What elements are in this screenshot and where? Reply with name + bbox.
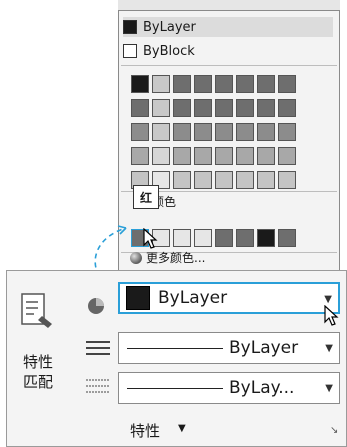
color-swatch[interactable] <box>152 99 170 117</box>
standard-color-swatch[interactable] <box>257 229 275 247</box>
more-colors-label: 更多颜色... <box>146 251 206 265</box>
color-swatch[interactable] <box>236 147 254 165</box>
mouse-cursor-icon <box>324 305 339 326</box>
color-swatch[interactable] <box>278 171 296 189</box>
panel-expand-icon[interactable]: ▼ <box>178 423 186 434</box>
option-bylayer-label: ByLayer <box>143 19 196 35</box>
color-swatch[interactable] <box>131 75 149 93</box>
color-swatch[interactable] <box>152 147 170 165</box>
color-ball-icon <box>88 298 104 314</box>
standard-color-swatch[interactable] <box>173 229 191 247</box>
color-swatch[interactable] <box>131 123 149 141</box>
color-swatch[interactable] <box>215 123 233 141</box>
color-tooltip: 红 <box>133 185 159 209</box>
color-swatch[interactable] <box>215 75 233 93</box>
color-swatch[interactable] <box>173 75 191 93</box>
color-swatch[interactable] <box>278 75 296 93</box>
color-swatch[interactable] <box>278 99 296 117</box>
current-color-swatch-icon <box>126 286 150 310</box>
chevron-down-icon[interactable]: ▼ <box>324 294 332 305</box>
popup-top-strip <box>118 0 340 10</box>
color-swatch[interactable] <box>194 123 212 141</box>
color-swatch[interactable] <box>173 147 191 165</box>
color-swatch[interactable] <box>278 147 296 165</box>
linetype-sample <box>127 347 223 349</box>
index-color-grid <box>131 75 296 189</box>
color-swatch[interactable] <box>173 171 191 189</box>
panel-title[interactable]: 特性 <box>130 420 160 441</box>
chevron-down-icon[interactable]: ▼ <box>325 343 333 354</box>
color-swatch[interactable] <box>194 75 212 93</box>
color-combobox[interactable]: ByLayer ▼ <box>118 282 340 314</box>
color-swatch[interactable] <box>173 123 191 141</box>
linetype-icon <box>86 341 110 355</box>
color-swatch[interactable] <box>194 147 212 165</box>
lineweight-sample <box>127 387 223 389</box>
option-bylayer[interactable]: ByLayer <box>123 17 333 37</box>
standard-color-swatch[interactable] <box>194 229 212 247</box>
standard-color-swatch[interactable] <box>215 229 233 247</box>
color-swatch[interactable] <box>236 99 254 117</box>
option-byblock-label: ByBlock <box>143 43 195 59</box>
color-swatch[interactable] <box>215 147 233 165</box>
color-swatch[interactable] <box>173 99 191 117</box>
color-swatch[interactable] <box>257 75 275 93</box>
color-value: ByLayer <box>158 288 228 308</box>
match-label-line2: 匹配 <box>22 373 53 391</box>
dialog-launcher-icon[interactable]: ↘ <box>330 425 338 436</box>
popup-divider <box>121 65 337 66</box>
color-swatch[interactable] <box>236 171 254 189</box>
match-properties-label[interactable]: 特性 匹配 <box>18 352 58 392</box>
color-swatch[interactable] <box>152 75 170 93</box>
color-swatch[interactable] <box>215 171 233 189</box>
color-swatch[interactable] <box>257 123 275 141</box>
color-swatch[interactable] <box>194 99 212 117</box>
color-swatch[interactable] <box>131 147 149 165</box>
lineweight-icon <box>86 379 110 393</box>
color-swatch[interactable] <box>278 123 296 141</box>
color-swatch[interactable] <box>215 99 233 117</box>
bylayer-swatch-icon <box>123 20 137 34</box>
color-swatch[interactable] <box>236 75 254 93</box>
color-swatch[interactable] <box>194 171 212 189</box>
color-swatch[interactable] <box>152 123 170 141</box>
byblock-swatch-icon <box>123 44 137 58</box>
linetype-value: ByLayer <box>229 338 299 358</box>
color-swatch[interactable] <box>257 171 275 189</box>
match-label-line1: 特性 <box>22 353 53 371</box>
lineweight-combobox[interactable]: ByLay... ▼ <box>118 372 340 404</box>
standard-color-swatch[interactable] <box>236 229 254 247</box>
color-swatch[interactable] <box>236 123 254 141</box>
option-byblock[interactable]: ByBlock <box>123 41 333 61</box>
standard-color-swatch[interactable] <box>278 229 296 247</box>
color-swatch[interactable] <box>257 147 275 165</box>
color-swatch[interactable] <box>131 99 149 117</box>
lineweight-value: ByLay... <box>229 378 295 398</box>
color-swatch[interactable] <box>257 99 275 117</box>
match-properties-icon[interactable] <box>20 292 54 334</box>
linetype-combobox[interactable]: ByLayer ▼ <box>118 332 340 364</box>
chevron-down-icon[interactable]: ▼ <box>325 383 333 394</box>
